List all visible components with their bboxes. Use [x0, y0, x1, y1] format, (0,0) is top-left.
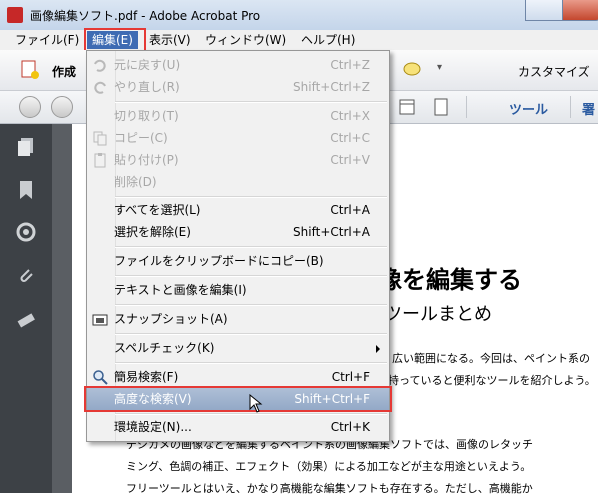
edit-menu-highlight-box [84, 28, 146, 52]
menu-item-label: やり直し(R) [114, 80, 180, 94]
menu-separator [115, 101, 387, 103]
menu-item-copy[interactable]: コピー(C) Ctrl+C [87, 127, 389, 149]
menu-item-shortcut: Ctrl+C [330, 131, 370, 145]
previous-page-icon[interactable] [19, 96, 41, 118]
menu-item-shortcut: Ctrl+K [330, 420, 370, 434]
menu-item-label: コピー(C) [114, 131, 168, 145]
menu-item-cut[interactable]: 切り取り(T) Ctrl+X [87, 105, 389, 127]
document-subheading: ツールまとめ [384, 304, 492, 325]
menu-separator [115, 362, 387, 364]
advanced-search-highlight-box [84, 386, 392, 412]
menu-item-edit-text-images[interactable]: テキストと画像を編集(I) [87, 279, 389, 301]
acrobat-app-icon [7, 7, 23, 23]
menu-item-label: 切り取り(T) [114, 109, 179, 123]
menu-item-redo[interactable]: やり直し(R) Shift+Ctrl+Z [87, 76, 389, 98]
copy-icon [92, 130, 108, 146]
sign-pane-button[interactable]: 署 [582, 99, 595, 118]
menu-item-label: スペルチェック(K) [114, 341, 215, 355]
menu-view[interactable]: 表示(V) [144, 31, 196, 49]
menu-item-label: すべてを選択(L) [114, 203, 201, 217]
menu-help[interactable]: ヘルプ(H) [296, 31, 360, 49]
toolbar-divider [570, 96, 571, 118]
menu-item-spell-check[interactable]: スペルチェック(K) [87, 337, 389, 359]
menu-item-shortcut: Ctrl+A [330, 203, 370, 217]
menu-item-deselect-all[interactable]: 選択を解除(E) Shift+Ctrl+A [87, 221, 389, 243]
page-view-icon[interactable] [432, 98, 450, 116]
menu-item-shortcut: Ctrl+F [331, 370, 370, 384]
minimize-button[interactable] [525, 0, 563, 21]
menu-item-undo[interactable]: 元に戻す(U) Ctrl+Z [87, 54, 389, 76]
menu-item-quick-search[interactable]: 簡易検索(F) Ctrl+F [87, 366, 389, 388]
bookmarks-icon[interactable] [16, 180, 36, 200]
document-text-line: フリーツールとはいえ、かなり高機能な編集ソフトも存在する。ただし、高機能か [126, 482, 533, 495]
document-text-line: 持っていると便利なツールを紹介しよう。 [388, 374, 596, 387]
edit-tools-icon[interactable] [16, 310, 36, 330]
menu-item-label: 貼り付け(P) [114, 153, 179, 167]
page-thumbnails-icon[interactable] [16, 136, 36, 156]
menu-item-label: 元に戻す(U) [114, 58, 181, 72]
menu-item-label: 簡易検索(F) [114, 370, 179, 384]
menu-item-copy-file-to-clipboard[interactable]: ファイルをクリップボードにコピー(B) [87, 250, 389, 272]
create-button[interactable]: 作成 [52, 63, 76, 80]
toolbar-dropdown-icon[interactable]: ▾ [437, 62, 442, 73]
signatures-icon[interactable] [16, 222, 36, 242]
menu-window[interactable]: ウィンドウ(W) [200, 31, 291, 49]
menu-item-snapshot[interactable]: スナップショット(A) [87, 308, 389, 330]
menu-item-select-all[interactable]: すべてを選択(L) Ctrl+A [87, 199, 389, 221]
document-heading: 像を編集する [378, 266, 522, 294]
menu-item-shortcut: Ctrl+Z [330, 58, 370, 72]
mouse-pointer-icon [249, 393, 265, 414]
toolbar-divider [466, 96, 467, 118]
fit-page-icon[interactable] [398, 98, 416, 116]
redo-icon [92, 79, 108, 95]
menu-item-shortcut: Shift+Ctrl+Z [293, 80, 370, 94]
submenu-arrow-icon [376, 345, 380, 353]
camera-icon [92, 311, 108, 327]
create-pdf-icon[interactable] [20, 60, 40, 80]
paste-icon [92, 152, 108, 168]
menu-item-label: 環境設定(N)... [114, 420, 192, 434]
document-text-line: 広い範囲になる。今回は、ペイント系の [392, 352, 590, 365]
menu-separator [115, 275, 387, 277]
comment-icon[interactable] [402, 60, 422, 80]
menu-item-shortcut: Ctrl+X [330, 109, 370, 123]
menu-item-label: テキストと画像を編集(I) [114, 283, 247, 297]
search-icon [92, 369, 108, 385]
menu-item-delete[interactable]: 削除(D) [87, 171, 389, 193]
tools-pane-button[interactable]: ツール [509, 99, 548, 118]
undo-icon [92, 57, 108, 73]
menu-item-label: ファイルをクリップボードにコピー(B) [114, 254, 324, 268]
attachments-icon[interactable] [16, 266, 36, 286]
menu-item-preferences[interactable]: 環境設定(N)... Ctrl+K [87, 416, 389, 438]
title-bar: 画像編集ソフト.pdf - Adobe Acrobat Pro [0, 0, 598, 30]
menu-item-shortcut: Ctrl+V [330, 153, 370, 167]
close-button[interactable] [562, 0, 598, 21]
menu-separator [115, 246, 387, 248]
menu-separator [115, 304, 387, 306]
menu-item-label: スナップショット(A) [114, 312, 228, 326]
customize-button[interactable]: カスタマイズ [518, 63, 590, 80]
window-title: 画像編集ソフト.pdf - Adobe Acrobat Pro [30, 9, 261, 23]
menu-item-label: 選択を解除(E) [114, 225, 191, 239]
menu-item-shortcut: Shift+Ctrl+A [293, 225, 370, 239]
menu-file[interactable]: ファイル(F) [10, 31, 84, 49]
edit-menu-dropdown: 元に戻す(U) Ctrl+Z やり直し(R) Shift+Ctrl+Z 切り取り… [86, 50, 390, 442]
menu-separator [115, 333, 387, 335]
navigation-pane [0, 124, 52, 493]
menu-item-label: 削除(D) [114, 175, 157, 189]
menu-item-paste[interactable]: 貼り付け(P) Ctrl+V [87, 149, 389, 171]
document-text-line: ミング、色調の補正、エフェクト（効果）による加工などが主な用途といえよう。 [126, 460, 532, 473]
next-page-icon[interactable] [51, 96, 73, 118]
menu-separator [115, 196, 387, 198]
